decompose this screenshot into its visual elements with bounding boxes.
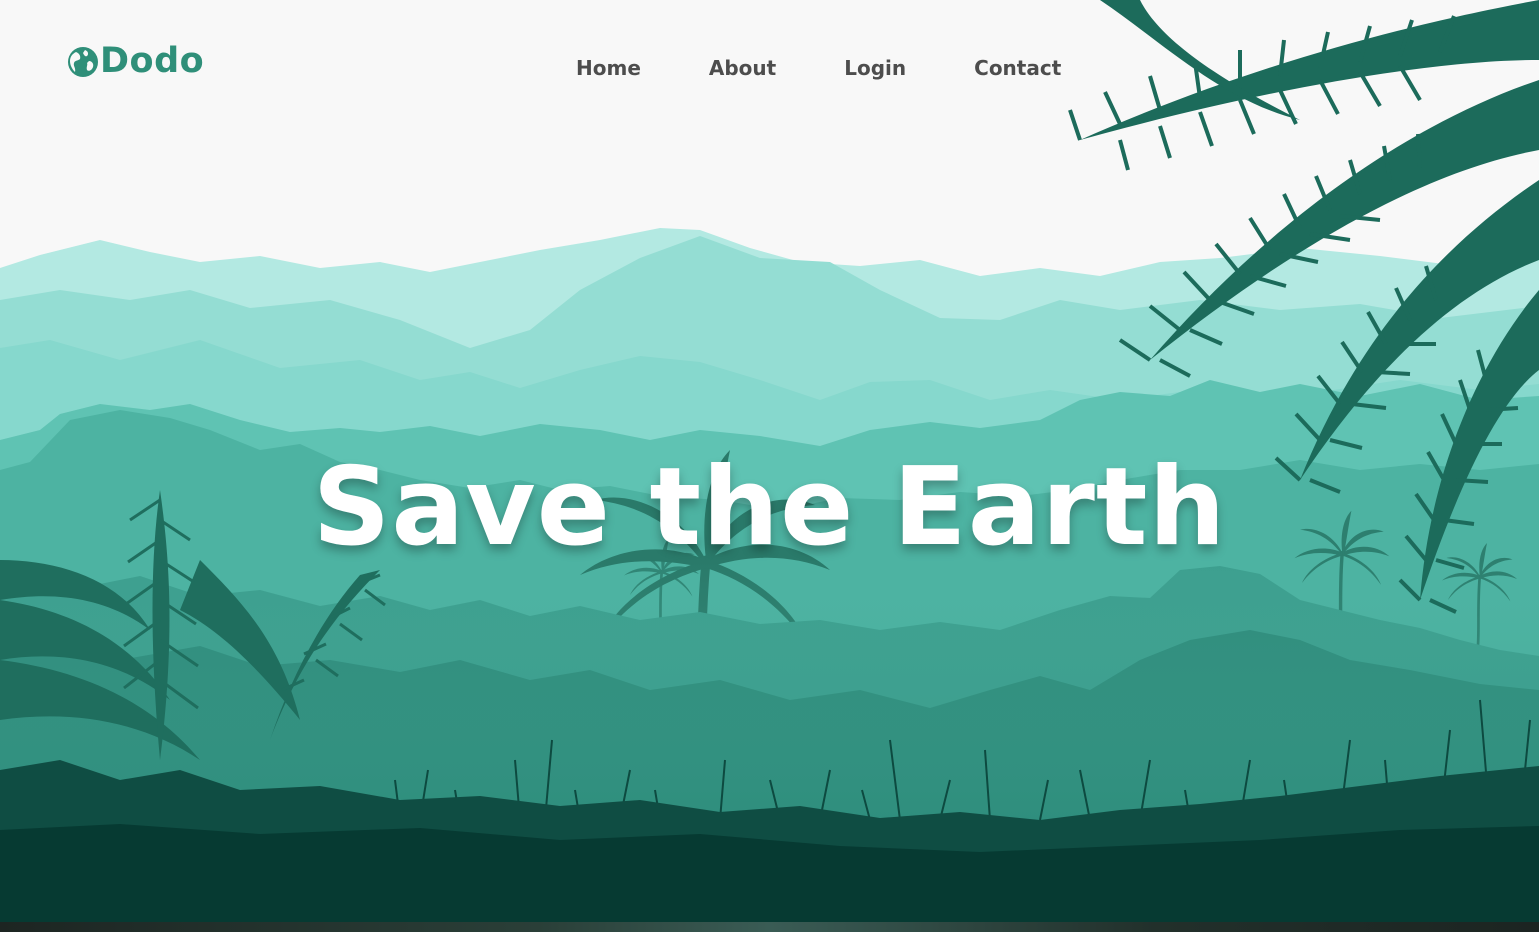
brand-name: Dodo bbox=[100, 41, 205, 81]
hero-title: Save the Earth bbox=[312, 445, 1227, 570]
nav-home-link[interactable]: Home bbox=[576, 54, 641, 82]
nav-login-link[interactable]: Login bbox=[844, 54, 906, 82]
nav-contact-link[interactable]: Contact bbox=[974, 54, 1061, 82]
main-nav: Home About Login Contact bbox=[576, 54, 1061, 82]
nav-about-link[interactable]: About bbox=[709, 54, 776, 82]
landing-page: Dodo Home About Login Contact Save the E… bbox=[0, 0, 1539, 932]
next-section-edge bbox=[0, 922, 1539, 932]
brand-logo-link[interactable]: Dodo bbox=[67, 44, 204, 79]
globe-icon bbox=[68, 46, 98, 77]
site-header: Dodo Home About Login Contact bbox=[0, 0, 1539, 136]
